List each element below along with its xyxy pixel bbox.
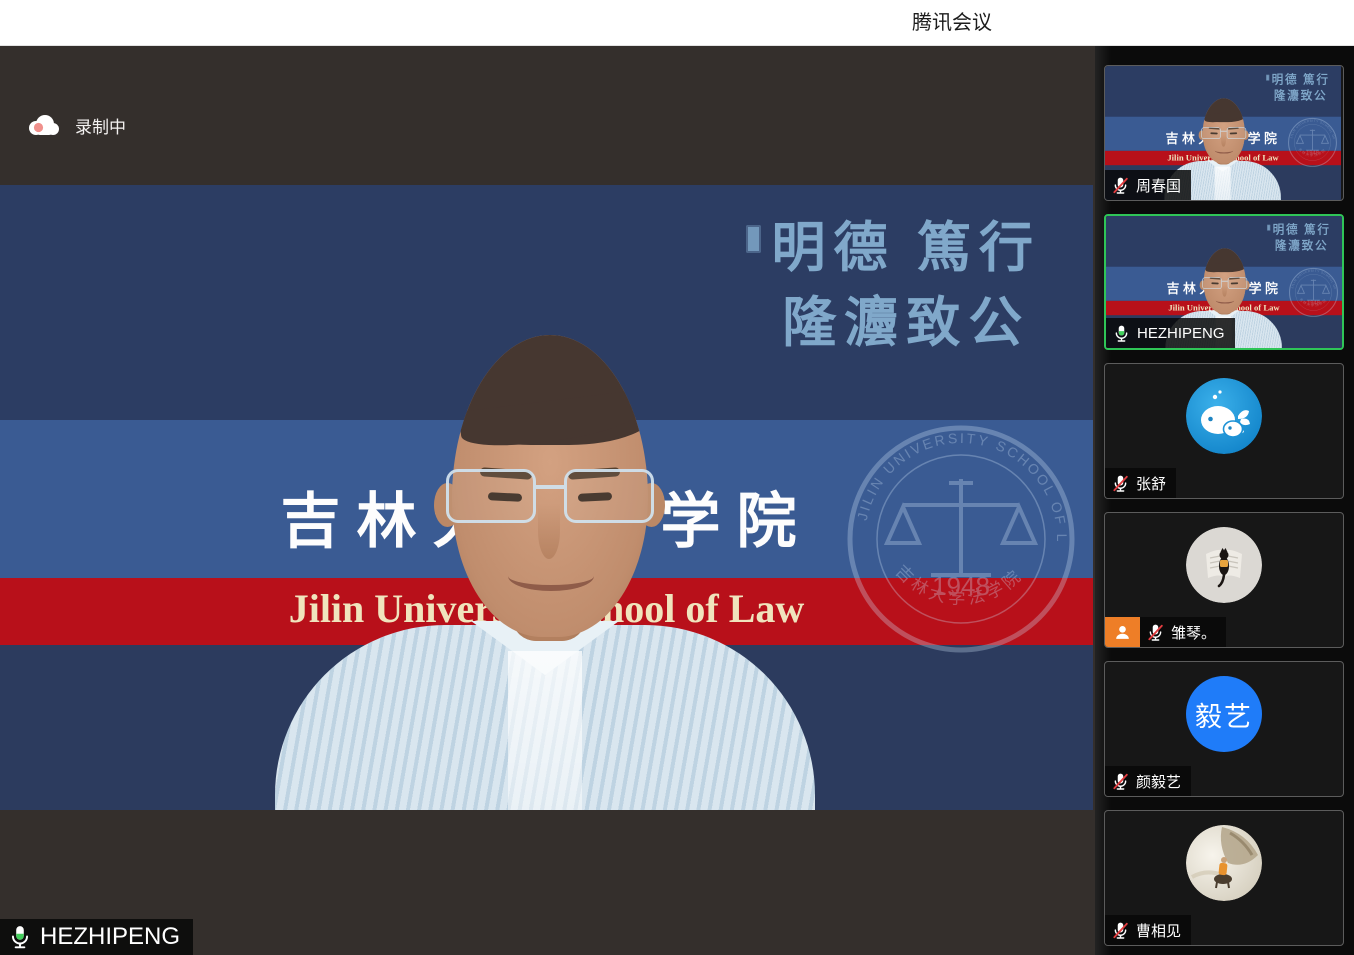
recording-label: 录制中	[75, 113, 126, 138]
participants-sidebar[interactable]: 明德 篤行 隆灋致公 吉林大学法学院 Jilin University Scho…	[1095, 46, 1354, 955]
participant-name-tag: 曹相见	[1105, 915, 1191, 945]
recording-indicator: 录制中	[24, 112, 126, 138]
participant-name: 曹相见	[1136, 920, 1181, 941]
participant-name: 雏琴。	[1171, 622, 1216, 643]
participant-name: 颜毅艺	[1136, 771, 1181, 792]
cat-book-avatar	[1186, 527, 1262, 603]
meeting-window: 腾讯会议 录制中 明德 篤行 隆灋致公 吉林大学法学院 Jilin Univer…	[0, 0, 1354, 955]
participant-name-tag: 周春国	[1105, 170, 1191, 200]
video-backdrop: 明德 篤行 隆灋致公 吉林大学法学院 Jilin University Scho…	[0, 185, 1093, 810]
participant-tile-zhouchunguo[interactable]: 明德 篤行 隆灋致公 吉林大学法学院 Jilin University Scho…	[1104, 65, 1344, 201]
participant-name: 周春国	[1136, 175, 1181, 196]
participant-name: 张舒	[1136, 473, 1166, 494]
speaker-person	[0, 185, 1093, 810]
person-glasses	[1202, 277, 1247, 289]
mic-muted-icon	[1111, 474, 1130, 493]
main-video-stage[interactable]: 录制中 明德 篤行 隆灋致公 吉林大学法学院 Jilin University …	[0, 46, 1095, 955]
painting-avatar	[1186, 825, 1262, 901]
participant-name-tag: 张舒	[1105, 468, 1176, 498]
mic-on-icon	[7, 924, 33, 950]
person-body	[275, 625, 815, 810]
mic-muted-icon	[1111, 772, 1130, 791]
participant-tile-chuqin[interactable]: 雏琴。	[1104, 512, 1344, 648]
participant-tile-zhangshu[interactable]: 张舒	[1104, 363, 1344, 499]
main-video[interactable]: 明德 篤行 隆灋致公 吉林大学法学院 Jilin University Scho…	[0, 185, 1093, 810]
mic-muted-icon	[1111, 921, 1130, 940]
participant-name-tag: 雏琴。	[1140, 617, 1226, 647]
self-name: HEZHIPENG	[40, 923, 180, 951]
avatar-initials-text: 毅艺	[1195, 695, 1253, 734]
initials-avatar: 毅艺	[1186, 676, 1262, 752]
title-bar[interactable]: 腾讯会议	[0, 0, 1354, 46]
participant-tile-caoxiangjian[interactable]: 曹相见	[1104, 810, 1344, 946]
person-hair	[1204, 248, 1246, 272]
host-badge-icon	[1105, 617, 1140, 647]
mic-muted-icon	[1111, 176, 1130, 195]
person-glasses	[446, 469, 654, 525]
whale-avatar	[1186, 378, 1262, 454]
self-name-tag: HEZHIPENG	[0, 919, 193, 955]
person-hair	[452, 335, 648, 445]
participant-tile-hezhipeng[interactable]: 明德 篤行 隆灋致公 吉林大学法学院 Jilin University Scho…	[1104, 214, 1344, 350]
participant-name: HEZHIPENG	[1137, 325, 1225, 342]
participant-tile-yanyiyi[interactable]: 毅艺 颜毅艺	[1104, 661, 1344, 797]
person-glasses	[1201, 127, 1246, 139]
mic-muted-icon	[1146, 623, 1165, 642]
person-hair	[1203, 98, 1245, 122]
mic-on-icon	[1112, 324, 1131, 343]
recording-cloud-icon	[24, 112, 62, 138]
app-title: 腾讯会议	[912, 0, 992, 46]
participant-name-tag: 颜毅艺	[1105, 766, 1191, 796]
participant-name-tag: HEZHIPENG	[1106, 318, 1235, 348]
